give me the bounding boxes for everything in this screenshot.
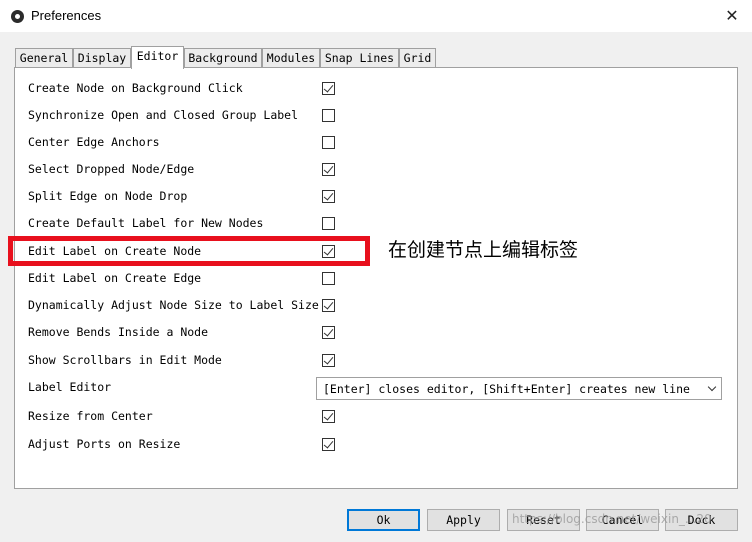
checkbox-center-edge-anchors[interactable]: [322, 136, 335, 149]
app-icon: [11, 10, 24, 23]
highlight-box: [8, 236, 370, 266]
tab-background[interactable]: Background: [184, 48, 262, 67]
option-label-center-edge-anchors: Center Edge Anchors: [28, 135, 160, 149]
checkbox-adjust-ports[interactable]: [322, 438, 335, 451]
option-label-adjust-node-size: Dynamically Adjust Node Size to Label Si…: [28, 298, 319, 312]
checkbox-remove-bends[interactable]: [322, 326, 335, 339]
checkbox-default-label[interactable]: [322, 217, 335, 230]
option-label-remove-bends: Remove Bends Inside a Node: [28, 325, 209, 339]
checkbox-create-node[interactable]: [322, 82, 335, 95]
apply-button[interactable]: Apply: [427, 509, 500, 531]
tab-grid[interactable]: Grid: [399, 48, 436, 67]
option-label-select-dropped: Select Dropped Node/Edge: [28, 162, 195, 176]
option-label-edit-label-create-edge: Edit Label on Create Edge: [28, 271, 202, 285]
checkbox-synchronize-group-label[interactable]: [322, 109, 335, 122]
checkbox-edit-label-create-edge[interactable]: [322, 272, 335, 285]
checkbox-select-dropped[interactable]: [322, 163, 335, 176]
checkbox-adjust-node-size[interactable]: [322, 299, 335, 312]
watermark: https://blog.csdn.net/weixin_...20: [512, 512, 712, 526]
tab-snap-lines[interactable]: Snap Lines: [320, 48, 399, 67]
option-label-split-edge: Split Edge on Node Drop: [28, 189, 188, 203]
annotation-text: 在创建节点上编辑标签: [388, 239, 579, 261]
checkbox-show-scrollbars[interactable]: [322, 354, 335, 367]
close-icon[interactable]: ✕: [712, 4, 752, 28]
tab-general[interactable]: General: [15, 48, 73, 67]
label-editor-select[interactable]: [Enter] closes editor, [Shift+Enter] cre…: [316, 377, 722, 400]
option-label-default-label: Create Default Label for New Nodes: [28, 216, 264, 230]
ok-button[interactable]: Ok: [347, 509, 420, 531]
tab-editor[interactable]: Editor: [131, 46, 184, 69]
title-bar: Preferences ✕: [0, 0, 752, 32]
label-editor-label: Label Editor: [28, 380, 112, 394]
tab-display[interactable]: Display: [73, 48, 131, 67]
option-label-adjust-ports: Adjust Ports on Resize: [28, 437, 181, 451]
checkbox-split-edge[interactable]: [322, 190, 335, 203]
option-label-create-node: Create Node on Background Click: [28, 81, 243, 95]
tab-modules[interactable]: Modules: [262, 48, 320, 67]
option-label-show-scrollbars: Show Scrollbars in Edit Mode: [28, 353, 222, 367]
option-label-synchronize-group-label: Synchronize Open and Closed Group Label: [28, 108, 299, 122]
window-title: Preferences: [31, 8, 102, 23]
checkbox-resize-from-center[interactable]: [322, 410, 335, 423]
chevron-down-icon: [707, 382, 717, 392]
label-editor-value: [Enter] closes editor, [Shift+Enter] cre…: [323, 382, 690, 396]
option-label-resize-from-center: Resize from Center: [28, 409, 153, 423]
